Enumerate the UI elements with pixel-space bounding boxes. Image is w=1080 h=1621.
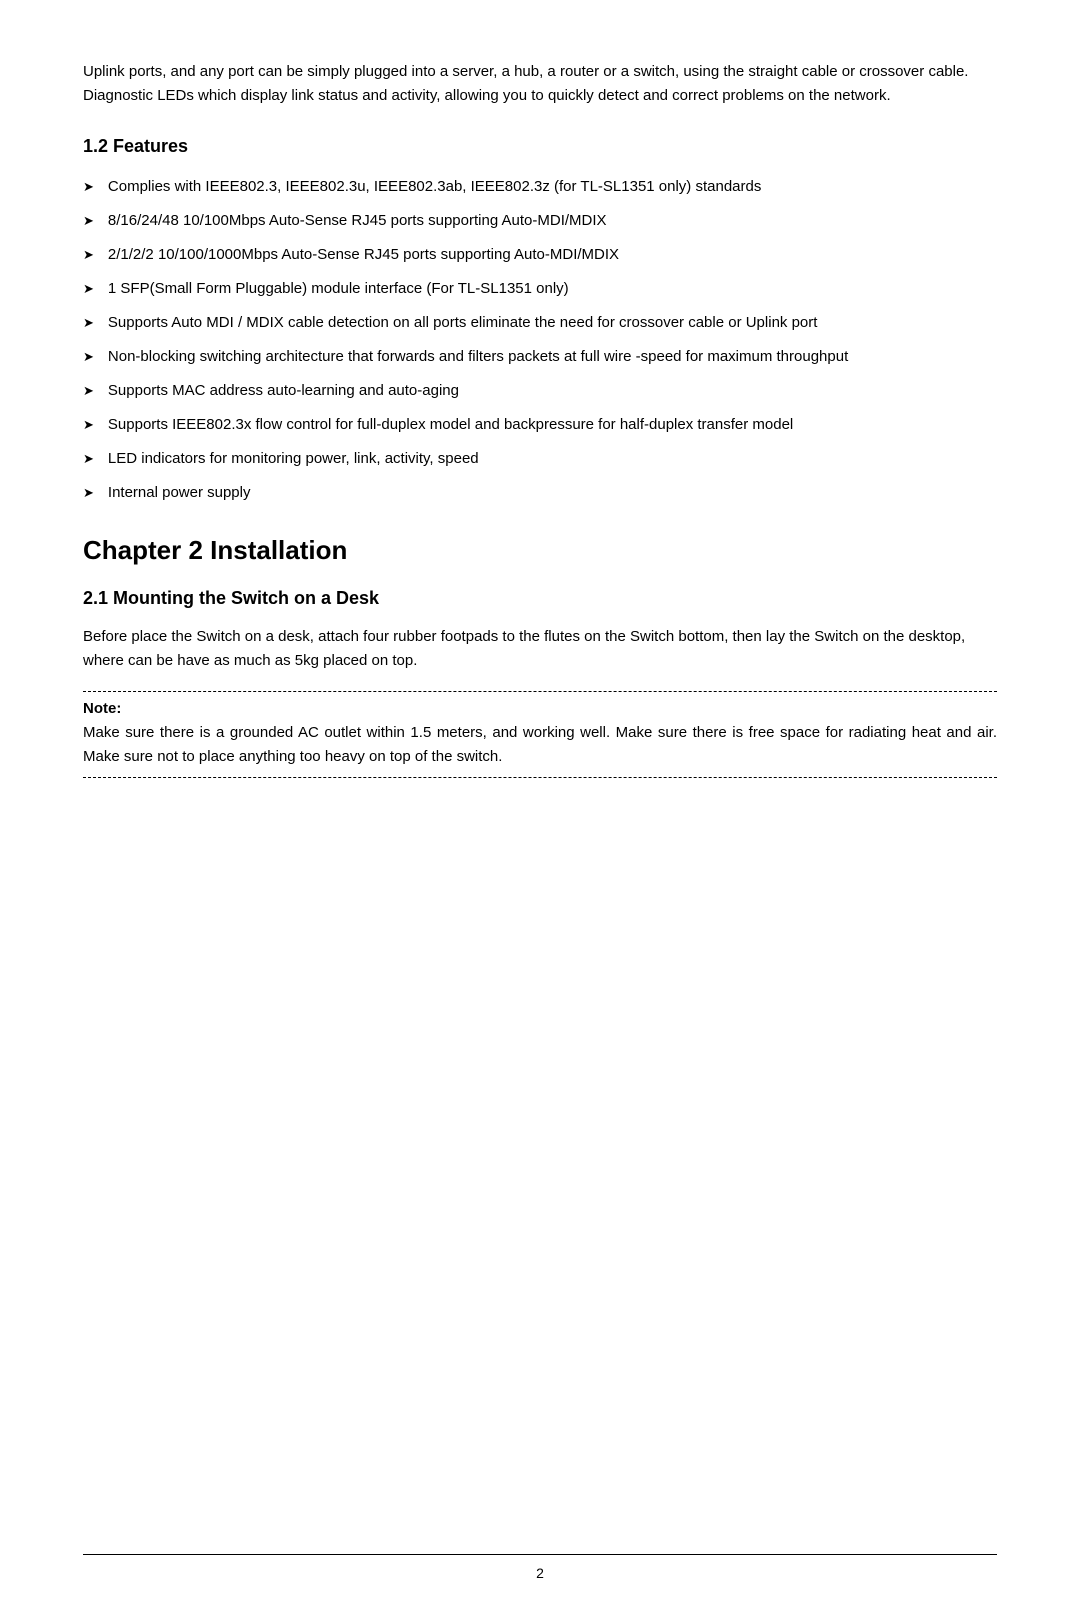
page-number: 2 (536, 1565, 544, 1581)
page-container: Uplink ports, and any port can be simply… (0, 0, 1080, 1621)
chapter-2-heading: Chapter 2 Installation (83, 535, 997, 566)
bullet-text: Internal power supply (108, 481, 997, 505)
bullet-text: Complies with IEEE802.3, IEEE802.3u, IEE… (108, 175, 997, 199)
list-item: ➤ Supports Auto MDI / MDIX cable detectio… (83, 311, 997, 335)
footer-line (83, 1554, 997, 1555)
section-21-heading: 2.1 Mounting the Switch on a Desk (83, 588, 997, 609)
list-item: ➤ 8/16/24/48 10/100Mbps Auto-Sense RJ45 p… (83, 209, 997, 233)
list-item: ➤ Supports MAC address auto-learning and … (83, 379, 997, 403)
features-list: ➤ Complies with IEEE802.3, IEEE802.3u, IE… (83, 175, 997, 505)
bullet-text: Supports IEEE802.3x flow control for ful… (108, 413, 997, 437)
list-item: ➤ Non-blocking switching architecture tha… (83, 345, 997, 369)
bullet-arrow-icon: ➤ (83, 279, 94, 300)
bullet-text: Non-blocking switching architecture that… (108, 345, 997, 369)
bullet-arrow-icon: ➤ (83, 211, 94, 232)
bullet-text: Supports MAC address auto-learning and a… (108, 379, 997, 403)
section-21-body: Before place the Switch on a desk, attac… (83, 625, 997, 673)
list-item: ➤ 2/1/2/2 10/100/1000Mbps Auto-Sense RJ45… (83, 243, 997, 267)
bullet-arrow-icon: ➤ (83, 483, 94, 504)
bullet-arrow-icon: ➤ (83, 381, 94, 402)
note-box: Note: Make sure there is a grounded AC o… (83, 691, 997, 778)
bullet-text: 2/1/2/2 10/100/1000Mbps Auto-Sense RJ45 … (108, 243, 997, 267)
bullet-arrow-icon: ➤ (83, 313, 94, 334)
section-12-heading: 1.2 Features (83, 136, 997, 157)
list-item: ➤ 1 SFP(Small Form Pluggable) module inte… (83, 277, 997, 301)
list-item: ➤ Complies with IEEE802.3, IEEE802.3u, IE… (83, 175, 997, 199)
bullet-text: LED indicators for monitoring power, lin… (108, 447, 997, 471)
note-text: Make sure there is a grounded AC outlet … (83, 721, 997, 769)
bullet-text: 8/16/24/48 10/100Mbps Auto-Sense RJ45 po… (108, 209, 997, 233)
intro-paragraph: Uplink ports, and any port can be simply… (83, 60, 997, 108)
bullet-arrow-icon: ➤ (83, 415, 94, 436)
bullet-arrow-icon: ➤ (83, 245, 94, 266)
list-item: ➤ LED indicators for monitoring power, li… (83, 447, 997, 471)
bullet-text: 1 SFP(Small Form Pluggable) module inter… (108, 277, 997, 301)
note-label: Note: (83, 700, 997, 717)
bullet-arrow-icon: ➤ (83, 449, 94, 470)
bullet-arrow-icon: ➤ (83, 177, 94, 198)
list-item: ➤ Internal power supply (83, 481, 997, 505)
page-footer: 2 (83, 1554, 997, 1581)
list-item: ➤ Supports IEEE802.3x flow control for fu… (83, 413, 997, 437)
bullet-text: Supports Auto MDI / MDIX cable detection… (108, 311, 997, 335)
bullet-arrow-icon: ➤ (83, 347, 94, 368)
